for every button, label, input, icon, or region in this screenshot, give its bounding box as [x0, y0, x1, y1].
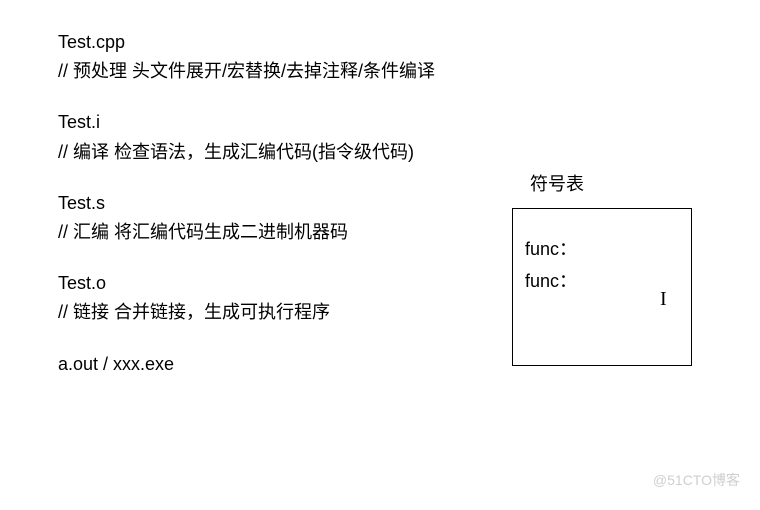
symbol-table-label: 符号表: [530, 170, 584, 196]
stage-block: Test.cpp // 预处理 头文件展开/宏替换/去掉注释/条件编译: [58, 30, 760, 84]
stage-block: Test.i // 编译 检查语法，生成汇编代码(指令级代码): [58, 110, 760, 164]
text-cursor-icon: I: [660, 288, 667, 311]
symbol-entry: func：: [525, 265, 679, 297]
watermark: @51CTO博客: [653, 470, 740, 490]
symbol-entry: func：: [525, 233, 679, 265]
stage-filename: Test.i: [58, 110, 760, 135]
stage-description: // 预处理 头文件展开/宏替换/去掉注释/条件编译: [58, 59, 760, 84]
symbol-table-box: func： func：: [512, 208, 692, 366]
stage-filename: Test.cpp: [58, 30, 760, 55]
stage-description: // 编译 检查语法，生成汇编代码(指令级代码): [58, 140, 760, 165]
